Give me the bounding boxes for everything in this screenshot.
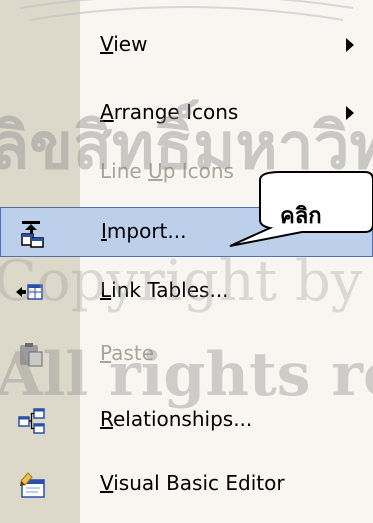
menu-item-label: Link Tables... [100,278,229,302]
menu-item-label: View [100,32,148,56]
menu-item-view[interactable]: View [0,20,373,70]
submenu-arrow-icon [346,38,354,52]
link-tables-icon [14,278,43,306]
relationships-icon [18,407,46,435]
menu-item-label: Arrange Icons [100,100,239,124]
menu-item-label: Relationships... [100,407,253,431]
menu-item-relationships[interactable]: Relationships... [0,395,373,445]
menu-item-paste[interactable]: Paste [0,329,373,379]
menu-item-label: Import... [101,219,187,243]
visual-basic-editor-icon [18,471,46,499]
menu-item-label: Visual Basic Editor [100,471,285,495]
menu-item-label: Paste [100,341,154,365]
menu-item-arrange-icons[interactable]: Arrange Icons [0,88,373,138]
menu-item-label: Line Up Icons [100,159,234,183]
import-icon [19,220,47,248]
menu-item-visual-basic-editor[interactable]: Visual Basic Editor [0,459,373,509]
callout-text: คลิก [280,204,322,229]
paste-icon [18,341,46,369]
menu-item-link-tables[interactable]: Link Tables... [0,266,373,316]
submenu-arrow-icon [346,106,354,120]
context-menu: View Arrange Icons Line Up Icons Import.… [0,0,373,523]
